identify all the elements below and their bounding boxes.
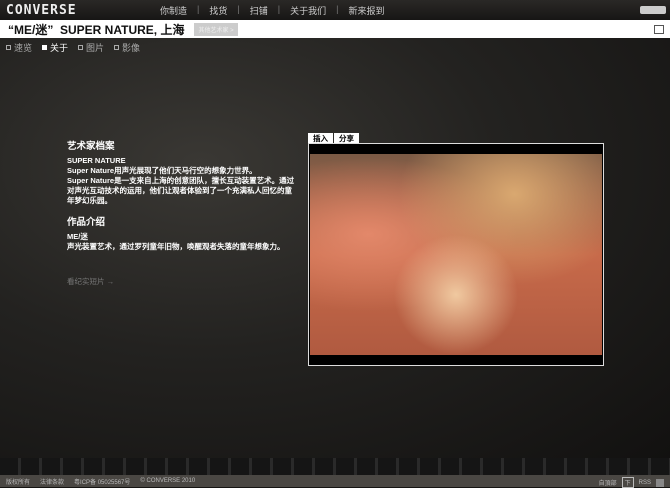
artist-info: 艺术家档案 SUPER NATURE Super Nature用声光展现了他们天…: [67, 142, 297, 252]
footer-decoration: [0, 458, 670, 475]
main-nav: 你制造 | 找货 | 扫铺 | 关于我们 | 新来报到: [160, 4, 385, 17]
page-title: “ME/迷” SUPER NATURE, 上海: [8, 22, 185, 37]
rss-link[interactable]: RSS: [639, 480, 651, 486]
top-bar: CONVERSE 你制造 | 找货 | 扫铺 | 关于我们 | 新来报到: [0, 0, 670, 20]
nav-item[interactable]: 关于我们: [290, 4, 326, 17]
tab-label: 关于: [50, 43, 69, 53]
converse-logo[interactable]: CONVERSE: [6, 3, 77, 18]
window-controls-icon[interactable]: [640, 6, 666, 14]
tab-video[interactable]: 影像: [114, 41, 140, 54]
restore-icon[interactable]: [654, 25, 664, 34]
artist-name: SUPER NATURE: [67, 156, 126, 165]
rss-icon[interactable]: [656, 478, 664, 487]
video-tabs: 插入 分享: [308, 133, 360, 143]
video-frame[interactable]: [310, 154, 602, 355]
footer-text: 粤ICP备 05025567号: [74, 479, 131, 486]
square-icon: [6, 45, 11, 50]
footer: 版权所有 法律条款 粤ICP备 05025567号 © CONVERSE 201…: [0, 475, 670, 488]
bio-paragraph: Super Nature是一支来自上海的创意团队，擅长互动装置艺术。通过对声光互…: [67, 176, 295, 205]
other-artists-button[interactable]: 其他艺术家 >: [194, 22, 238, 36]
profile-heading: 艺术家档案: [67, 141, 115, 152]
footer-text: © CONVERSE 2010: [140, 478, 196, 484]
tab-photos[interactable]: 图片: [78, 41, 104, 54]
tab-about[interactable]: 关于: [42, 41, 68, 54]
documentary-link[interactable]: 看纪实短片 →: [67, 276, 114, 287]
square-icon: [78, 45, 84, 50]
tab-label: 速览: [14, 43, 33, 53]
footer-link[interactable]: 法律条款: [40, 477, 64, 486]
nav-item[interactable]: 找货: [209, 4, 227, 17]
page-header: “ME/迷” SUPER NATURE, 上海 其他艺术家 >: [0, 20, 670, 38]
work-title: ME/迷: [67, 232, 88, 241]
nav-item[interactable]: 新来报到: [348, 4, 384, 17]
share-tab[interactable]: 分享: [334, 133, 359, 143]
subscribe-button[interactable]: 下: [621, 477, 634, 488]
square-icon: [114, 45, 120, 50]
tab-label: 图片: [86, 43, 105, 53]
tab-overview[interactable]: 速览: [6, 41, 32, 54]
footer-link[interactable]: 版权所有: [6, 477, 30, 486]
subscribe-label: 自頂部: [598, 481, 617, 487]
bio-line: Super Nature用声光展现了他们天马行空的想象力世界。: [67, 166, 257, 175]
tab-label: 影像: [122, 43, 141, 53]
video-player[interactable]: [308, 143, 604, 366]
work-description: 声光装置艺术，通过罗列童年旧物，唤醒观者失落的童年想象力。: [67, 242, 285, 251]
work-heading: 作品介绍: [67, 217, 106, 228]
embed-tab[interactable]: 插入: [308, 133, 333, 143]
square-icon: [42, 45, 48, 50]
nav-item[interactable]: 扫铺: [250, 4, 268, 17]
sub-nav: 速览 关于 图片 影像: [6, 41, 140, 54]
nav-item[interactable]: 你制造: [160, 4, 187, 17]
